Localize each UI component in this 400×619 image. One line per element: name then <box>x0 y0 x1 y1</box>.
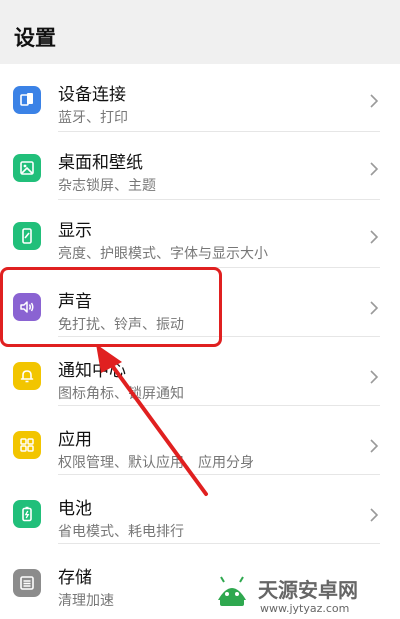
item-subtitle: 清理加速 <box>58 593 114 609</box>
watermark-url: www.jytyaz.com <box>260 602 350 615</box>
item-title: 存储 <box>58 568 92 588</box>
display-icon <box>13 222 41 250</box>
item-subtitle: 蓝牙、打印 <box>58 110 128 126</box>
chevron-right-icon <box>370 370 379 384</box>
settings-item-battery[interactable]: 电池 省电模式、耗电排行 <box>0 476 400 544</box>
divider <box>58 267 380 268</box>
apps-icon <box>13 431 41 459</box>
item-title: 声音 <box>58 292 92 312</box>
sound-icon <box>13 293 41 321</box>
chevron-right-icon <box>370 230 379 244</box>
wallpaper-icon <box>13 154 41 182</box>
storage-icon <box>13 569 41 597</box>
watermark-logo-icon <box>218 576 246 606</box>
item-subtitle: 杂志锁屏、主题 <box>58 178 156 194</box>
settings-list: 设备连接 蓝牙、打印 桌面和壁纸 杂志锁屏、主题 显示 亮度、护眼模式、字体与显… <box>0 64 400 619</box>
battery-icon <box>13 500 41 528</box>
watermark-name: 天源安卓网 <box>258 578 358 602</box>
item-title: 通知中心 <box>58 361 126 381</box>
chevron-right-icon <box>370 508 379 522</box>
item-title: 桌面和壁纸 <box>58 153 143 173</box>
notification-icon <box>13 362 41 390</box>
item-title: 电池 <box>58 499 92 519</box>
divider <box>58 336 380 337</box>
item-subtitle: 权限管理、默认应用、应用分身 <box>58 455 254 471</box>
header: 设置 <box>0 0 400 64</box>
item-title: 显示 <box>58 221 92 241</box>
device-connect-icon <box>13 86 41 114</box>
settings-item-notification[interactable]: 通知中心 图标角标、锁屏通知 <box>0 338 400 406</box>
divider <box>58 405 380 406</box>
item-title: 应用 <box>58 430 92 450</box>
page-title: 设置 <box>14 26 56 50</box>
item-subtitle: 亮度、护眼模式、字体与显示大小 <box>58 246 268 262</box>
item-subtitle: 省电模式、耗电排行 <box>58 524 184 540</box>
chevron-right-icon <box>370 439 379 453</box>
item-subtitle: 图标角标、锁屏通知 <box>58 386 184 402</box>
watermark: 天源安卓网 www.jytyaz.com <box>208 568 396 616</box>
settings-item-display[interactable]: 显示 亮度、护眼模式、字体与显示大小 <box>0 200 400 268</box>
divider <box>58 543 380 544</box>
settings-item-wallpaper[interactable]: 桌面和壁纸 杂志锁屏、主题 <box>0 132 400 200</box>
settings-item-device-connect[interactable]: 设备连接 蓝牙、打印 <box>0 64 400 132</box>
chevron-right-icon <box>370 162 379 176</box>
divider <box>58 474 380 475</box>
chevron-right-icon <box>370 301 379 315</box>
settings-item-sound[interactable]: 声音 免打扰、铃声、振动 <box>0 269 400 337</box>
item-subtitle: 免打扰、铃声、振动 <box>58 317 184 333</box>
chevron-right-icon <box>370 94 379 108</box>
settings-item-apps[interactable]: 应用 权限管理、默认应用、应用分身 <box>0 407 400 475</box>
item-title: 设备连接 <box>58 85 126 105</box>
